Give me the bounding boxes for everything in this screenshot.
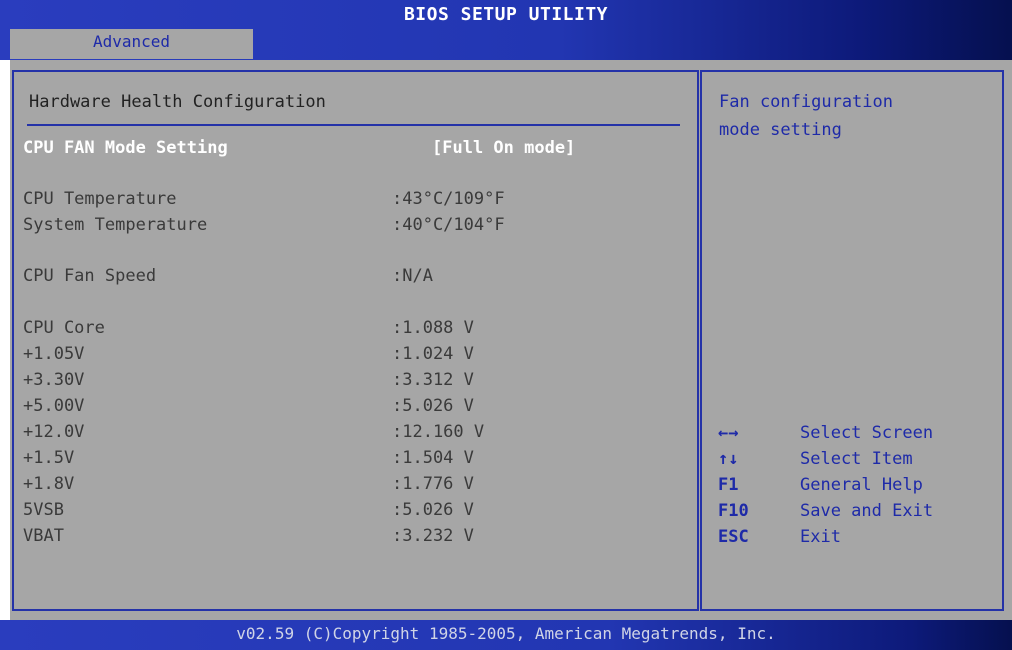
voltage-12-0v-label: +12.0V: [23, 422, 85, 442]
bios-title: BIOS SETUP UTILITY: [403, 4, 609, 25]
cpu-fan-speed-label: CPU Fan Speed: [23, 266, 157, 286]
voltage-5-00v-value: :5.026 V: [392, 396, 474, 416]
voltage-5vsb-label: 5VSB: [23, 500, 64, 520]
voltage-1-05v-label: +1.05V: [23, 344, 85, 364]
cpu-fan-mode-value[interactable]: [Full On mode]: [432, 138, 575, 158]
voltage-5vsb-value: :5.026 V: [392, 500, 474, 520]
voltage-3-30v-label: +3.30V: [23, 370, 85, 390]
section-title: Hardware Health Configuration: [29, 92, 326, 112]
voltage-1-8v-label: +1.8V: [23, 474, 75, 494]
copyright-text: v02.59 (C)Copyright 1985-2005, American …: [236, 624, 776, 643]
help-key-desc-select-item: Select Item: [800, 449, 913, 469]
system-temperature-value: :40°C/104°F: [392, 215, 505, 235]
help-key-desc-exit: Exit: [800, 527, 841, 547]
cpu-core-label: CPU Core: [23, 318, 105, 338]
voltage-5-00v-label: +5.00V: [23, 396, 85, 416]
up-down-arrows-icon: ↑↓: [718, 449, 739, 469]
status-bar: v02.59 (C)Copyright 1985-2005, American …: [0, 620, 1012, 650]
system-temperature-label: System Temperature: [23, 215, 208, 235]
cpu-fan-speed-value: :N/A: [392, 266, 433, 286]
help-key-desc-save-exit: Save and Exit: [800, 501, 934, 521]
help-description: Fan configuration mode setting: [719, 92, 893, 140]
voltage-1-8v-value: :1.776 V: [392, 474, 474, 494]
cpu-core-value: :1.088 V: [392, 318, 474, 338]
section-divider: [27, 124, 680, 126]
voltage-vbat-label: VBAT: [23, 526, 64, 546]
help-key-desc-select-screen: Select Screen: [800, 423, 934, 443]
help-key-f1: F1: [718, 475, 739, 495]
left-right-arrows-icon: ←→: [718, 423, 739, 443]
help-key-esc: ESC: [718, 527, 749, 547]
voltage-1-05v-value: :1.024 V: [392, 344, 474, 364]
cpu-temperature-value: :43°C/109°F: [392, 189, 505, 209]
tab-advanced[interactable]: Advanced: [10, 29, 253, 59]
tab-advanced-label: Advanced: [92, 32, 171, 51]
cpu-fan-mode-label[interactable]: CPU FAN Mode Setting: [23, 138, 228, 158]
voltage-3-30v-value: :3.312 V: [392, 370, 474, 390]
help-key-desc-general-help: General Help: [800, 475, 923, 495]
help-key-f10: F10: [718, 501, 749, 521]
voltage-1-5v-value: :1.504 V: [392, 448, 474, 468]
voltage-vbat-value: :3.232 V: [392, 526, 474, 546]
voltage-12-0v-value: :12.160 V: [392, 422, 485, 442]
cpu-temperature-label: CPU Temperature: [23, 189, 177, 209]
voltage-1-5v-label: +1.5V: [23, 448, 75, 468]
